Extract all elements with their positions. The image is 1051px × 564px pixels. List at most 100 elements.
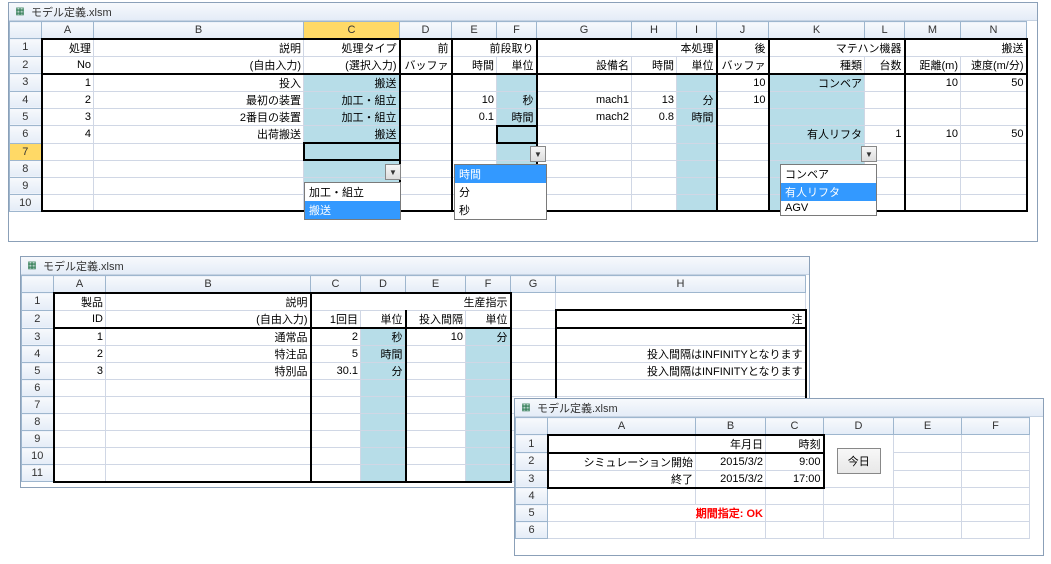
cell-I7[interactable] — [677, 143, 717, 160]
cell-G7[interactable] — [537, 143, 632, 160]
cell-B5[interactable]: 2番目の装置 — [94, 108, 304, 126]
cell-D3[interactable] — [400, 74, 452, 92]
cell-J7[interactable] — [717, 143, 769, 160]
cell-E3[interactable] — [452, 74, 497, 92]
cell-J3[interactable]: 10 — [717, 74, 769, 92]
mcell-C4[interactable]: 5 — [311, 346, 361, 363]
cell-E7[interactable] — [452, 143, 497, 160]
row-10[interactable]: 10 — [10, 194, 42, 211]
mrow-3[interactable]: 3 — [22, 328, 54, 346]
brow-2[interactable]: 2 — [516, 453, 548, 471]
mrow-9[interactable]: 9 — [22, 431, 54, 448]
cell-G6[interactable] — [537, 126, 632, 144]
cell-E5[interactable]: 0.1 — [452, 108, 497, 126]
mcell-E3[interactable]: 10 — [406, 328, 466, 346]
titlebar-mid[interactable]: ▦ モデル定義.xlsm — [21, 257, 809, 275]
mcell-D4[interactable]: 時間 — [361, 346, 406, 363]
cell-I6[interactable] — [677, 126, 717, 144]
dropdown-item[interactable]: 加工・組立 — [305, 183, 400, 201]
bcell-C3[interactable]: 17:00 — [766, 470, 824, 488]
cell-H5[interactable]: 0.8 — [632, 108, 677, 126]
col-B[interactable]: B — [94, 22, 304, 39]
dropdown-item[interactable]: 分 — [455, 183, 546, 201]
bcol-C[interactable]: C — [766, 418, 824, 435]
titlebar-top[interactable]: ▦ モデル定義.xlsm — [9, 3, 1037, 21]
cell-H3[interactable] — [632, 74, 677, 92]
cell-K5[interactable] — [769, 108, 865, 126]
cell-E4[interactable]: 10 — [452, 91, 497, 108]
cell-J5[interactable] — [717, 108, 769, 126]
col-C[interactable]: C — [304, 22, 400, 39]
today-button[interactable]: 今日 — [837, 448, 881, 474]
dropdown-kind[interactable]: コンベア 有人リフタ AGV — [780, 164, 877, 216]
col-H[interactable]: H — [632, 22, 677, 39]
mcol-B[interactable]: B — [106, 276, 311, 293]
bot-grid[interactable]: A B C D E F 1 年月日 時刻 今日 2 シミュレーション開始 201… — [515, 417, 1030, 539]
dropdown-item[interactable]: 秒 — [455, 201, 546, 219]
mrow-7[interactable]: 7 — [22, 397, 54, 414]
dropdown-item-selected[interactable]: 時間 — [455, 165, 546, 183]
row-2[interactable]: 2 — [10, 56, 42, 74]
mcell-C5[interactable]: 30.1 — [311, 363, 361, 380]
cell-C6[interactable]: 搬送 — [304, 126, 400, 144]
brow-3[interactable]: 3 — [516, 470, 548, 488]
mcell-H5[interactable]: 投入間隔はINFINITYとなります — [556, 363, 806, 380]
mcell-F5[interactable] — [466, 363, 511, 380]
col-M[interactable]: M — [905, 22, 961, 39]
dropdown-button-unit[interactable]: ▼ — [530, 146, 546, 162]
cell-H6[interactable] — [632, 126, 677, 144]
mcell-A3[interactable]: 1 — [54, 328, 106, 346]
mcell-B5[interactable]: 特別品 — [106, 363, 311, 380]
mcell-A5[interactable]: 3 — [54, 363, 106, 380]
mrow-5[interactable]: 5 — [22, 363, 54, 380]
dropdown-button-kind[interactable]: ▼ — [861, 146, 877, 162]
mrow-2[interactable]: 2 — [22, 310, 54, 328]
brow-1[interactable]: 1 — [516, 435, 548, 453]
dropdown-item-selected[interactable]: 搬送 — [305, 201, 400, 219]
cell-B6[interactable]: 出荷搬送 — [94, 126, 304, 144]
row-4[interactable]: 4 — [10, 91, 42, 108]
mcell-D5[interactable]: 分 — [361, 363, 406, 380]
mcell-B4[interactable]: 特注品 — [106, 346, 311, 363]
mcell-C3[interactable]: 2 — [311, 328, 361, 346]
col-A[interactable]: A — [42, 22, 94, 39]
bcell-C2[interactable]: 9:00 — [766, 453, 824, 471]
row-7[interactable]: 7 — [10, 143, 42, 160]
cell-M6[interactable]: 10 — [905, 126, 961, 144]
cell-A6[interactable]: 4 — [42, 126, 94, 144]
cell-L4[interactable] — [865, 91, 905, 108]
select-all-corner[interactable] — [22, 276, 54, 293]
cell-C3[interactable]: 搬送 — [304, 74, 400, 92]
cell-H7[interactable] — [632, 143, 677, 160]
cell-B7[interactable] — [94, 143, 304, 160]
cell-I5[interactable]: 時間 — [677, 108, 717, 126]
cell-L5[interactable] — [865, 108, 905, 126]
mcol-E[interactable]: E — [406, 276, 466, 293]
cell-F5[interactable]: 時間 — [497, 108, 537, 126]
cell-B4[interactable]: 最初の装置 — [94, 91, 304, 108]
col-E[interactable]: E — [452, 22, 497, 39]
cell-M4[interactable] — [905, 91, 961, 108]
row-6[interactable]: 6 — [10, 126, 42, 144]
col-D[interactable]: D — [400, 22, 452, 39]
cell-F3[interactable] — [497, 74, 537, 92]
cell-M5[interactable] — [905, 108, 961, 126]
cell-J4[interactable]: 10 — [717, 91, 769, 108]
cell-D7[interactable] — [400, 143, 452, 160]
mrow-8[interactable]: 8 — [22, 414, 54, 431]
cell-K6[interactable]: 有人リフタ — [769, 126, 865, 144]
bcol-F[interactable]: F — [962, 418, 1030, 435]
dropdown-item-selected[interactable]: 有人リフタ — [781, 183, 876, 201]
brow-4[interactable]: 4 — [516, 488, 548, 505]
cell-D5[interactable] — [400, 108, 452, 126]
row-8[interactable]: 8 — [10, 160, 42, 177]
mcell-E5[interactable] — [406, 363, 466, 380]
dropdown-unit[interactable]: 時間 分 秒 — [454, 164, 547, 220]
cell-K4[interactable] — [769, 91, 865, 108]
col-N[interactable]: N — [961, 22, 1027, 39]
col-K[interactable]: K — [769, 22, 865, 39]
cell-N7[interactable] — [961, 143, 1027, 160]
brow-5[interactable]: 5 — [516, 505, 548, 522]
cell-E6[interactable] — [452, 126, 497, 144]
cell-G5[interactable]: mach2 — [537, 108, 632, 126]
